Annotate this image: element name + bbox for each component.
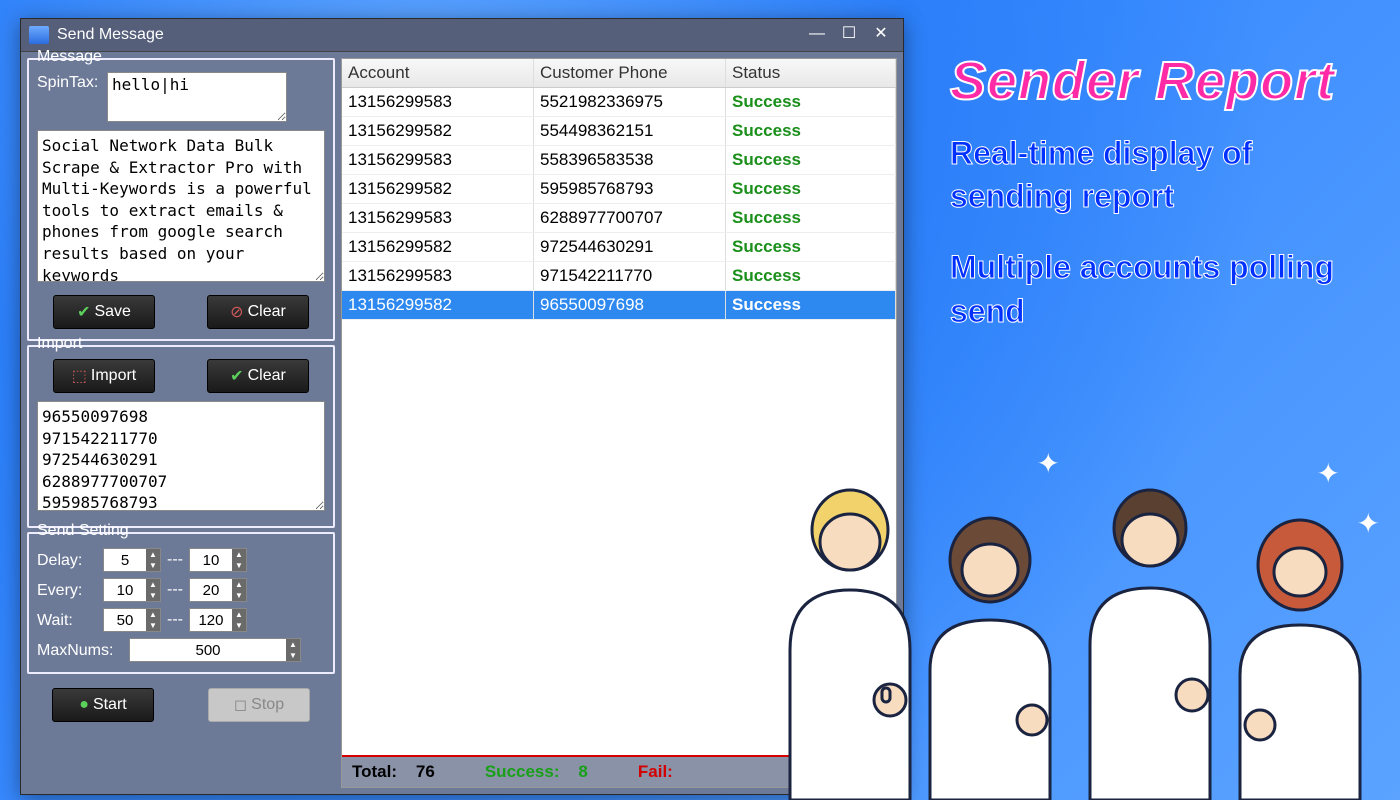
import-list-input[interactable] [37, 401, 325, 511]
down-icon[interactable]: ▼ [232, 590, 246, 601]
promo-sub2: Multiple accounts polling send [950, 246, 1380, 332]
maximize-button[interactable]: ☐ [835, 24, 863, 46]
check-icon: ✔ [77, 302, 90, 322]
cancel-icon: ⊘ [230, 302, 243, 322]
minimize-button[interactable]: — [803, 24, 831, 46]
up-icon[interactable]: ▲ [232, 609, 246, 620]
cell-status: Success [726, 291, 896, 319]
app-icon [29, 26, 49, 44]
every-to-stepper[interactable]: 20▲▼ [189, 578, 247, 602]
column-phone[interactable]: Customer Phone [534, 59, 726, 87]
cell-phone: 558396583538 [534, 146, 726, 174]
wait-label: Wait: [37, 610, 97, 630]
up-icon[interactable]: ▲ [146, 609, 160, 620]
import-button[interactable]: ⬚Import [53, 359, 155, 393]
play-icon: ● [79, 696, 89, 714]
cell-status: Success [726, 88, 896, 116]
cell-account: 13156299582 [342, 175, 534, 203]
success-label: Success: [485, 762, 560, 781]
cell-status: Success [726, 233, 896, 261]
table-row[interactable]: 131562995836288977700707Success [342, 204, 896, 233]
table-row[interactable]: 13156299583971542211770Success [342, 262, 896, 291]
column-status[interactable]: Status [726, 59, 896, 87]
send-setting-group: Send Setting Delay: 5▲▼ --- 10▲▼ Every: … [27, 532, 335, 674]
every-from-stepper[interactable]: 10▲▼ [103, 578, 161, 602]
cell-status: Success [726, 146, 896, 174]
down-icon[interactable]: ▼ [232, 620, 246, 631]
cell-phone: 595985768793 [534, 175, 726, 203]
import-group: Import ⬚Import ✔Clear [27, 345, 335, 528]
start-button[interactable]: ●Start [52, 688, 154, 722]
table-row[interactable]: 13156299582554498362151Success [342, 117, 896, 146]
message-body-input[interactable] [37, 130, 325, 282]
cell-phone: 554498362151 [534, 117, 726, 145]
stop-button[interactable]: ◻Stop [208, 688, 310, 722]
table-row[interactable]: 131562995835521982336975Success [342, 88, 896, 117]
up-icon[interactable]: ▲ [286, 639, 300, 650]
cell-phone: 6288977700707 [534, 204, 726, 232]
up-icon[interactable]: ▲ [232, 579, 246, 590]
every-label: Every: [37, 580, 97, 600]
table-row[interactable]: 13156299583558396583538Success [342, 146, 896, 175]
promo-title: Sender Report [950, 50, 1380, 112]
titlebar[interactable]: Send Message — ☐ ✕ [21, 19, 903, 52]
delay-to-stepper[interactable]: 10▲▼ [189, 548, 247, 572]
total-label: Total: [352, 762, 397, 781]
clear-message-button[interactable]: ⊘Clear [207, 295, 309, 329]
wait-from-stepper[interactable]: 50▲▼ [103, 608, 161, 632]
down-icon[interactable]: ▼ [232, 560, 246, 571]
settings-legend: Send Setting [35, 522, 131, 540]
table-row[interactable]: 13156299582972544630291Success [342, 233, 896, 262]
save-button[interactable]: ✔Save [53, 295, 155, 329]
cell-account: 13156299583 [342, 88, 534, 116]
cell-account: 13156299582 [342, 291, 534, 319]
cell-status: Success [726, 175, 896, 203]
window-title: Send Message [57, 26, 164, 44]
table-row[interactable]: 13156299582595985768793Success [342, 175, 896, 204]
down-icon[interactable]: ▼ [146, 590, 160, 601]
cell-phone: 971542211770 [534, 262, 726, 290]
table-row[interactable]: 1315629958296550097698Success [342, 291, 896, 320]
message-group: Message SpinTax: ✔Save ⊘Clear [27, 58, 335, 341]
cell-account: 13156299582 [342, 117, 534, 145]
cell-phone: 96550097698 [534, 291, 726, 319]
cell-account: 13156299583 [342, 204, 534, 232]
cell-account: 13156299583 [342, 146, 534, 174]
down-icon[interactable]: ▼ [146, 560, 160, 571]
delay-from-stepper[interactable]: 5▲▼ [103, 548, 161, 572]
cell-status: Success [726, 117, 896, 145]
fail-label: Fail: [638, 762, 673, 781]
people-illustration [760, 470, 1390, 800]
delay-label: Delay: [37, 550, 97, 570]
cell-status: Success [726, 204, 896, 232]
cell-phone: 5521982336975 [534, 88, 726, 116]
cell-phone: 972544630291 [534, 233, 726, 261]
message-legend: Message [35, 48, 104, 66]
up-icon[interactable]: ▲ [146, 579, 160, 590]
stop-icon: ◻ [234, 695, 247, 715]
spintax-input[interactable] [107, 72, 287, 122]
spintax-label: SpinTax: [37, 72, 101, 92]
import-icon: ⬚ [72, 366, 87, 386]
promo-sub1: Real-time display of sending report [950, 132, 1380, 218]
table-header: Account Customer Phone Status [342, 59, 896, 88]
close-button[interactable]: ✕ [867, 24, 895, 46]
clear-import-button[interactable]: ✔Clear [207, 359, 309, 393]
check-icon: ✔ [230, 366, 243, 386]
cell-account: 13156299583 [342, 262, 534, 290]
column-account[interactable]: Account [342, 59, 534, 87]
maxnums-stepper[interactable]: 500▲▼ [129, 638, 301, 662]
maxnums-label: MaxNums: [37, 640, 123, 660]
down-icon[interactable]: ▼ [286, 650, 300, 661]
down-icon[interactable]: ▼ [146, 620, 160, 631]
wait-to-stepper[interactable]: 120▲▼ [189, 608, 247, 632]
cell-status: Success [726, 262, 896, 290]
cell-account: 13156299582 [342, 233, 534, 261]
up-icon[interactable]: ▲ [232, 549, 246, 560]
promo-panel: Sender Report Real-time display of sendi… [950, 50, 1380, 333]
up-icon[interactable]: ▲ [146, 549, 160, 560]
import-legend: Import [35, 335, 84, 353]
success-value: 8 [578, 762, 587, 781]
total-value: 76 [416, 762, 435, 781]
